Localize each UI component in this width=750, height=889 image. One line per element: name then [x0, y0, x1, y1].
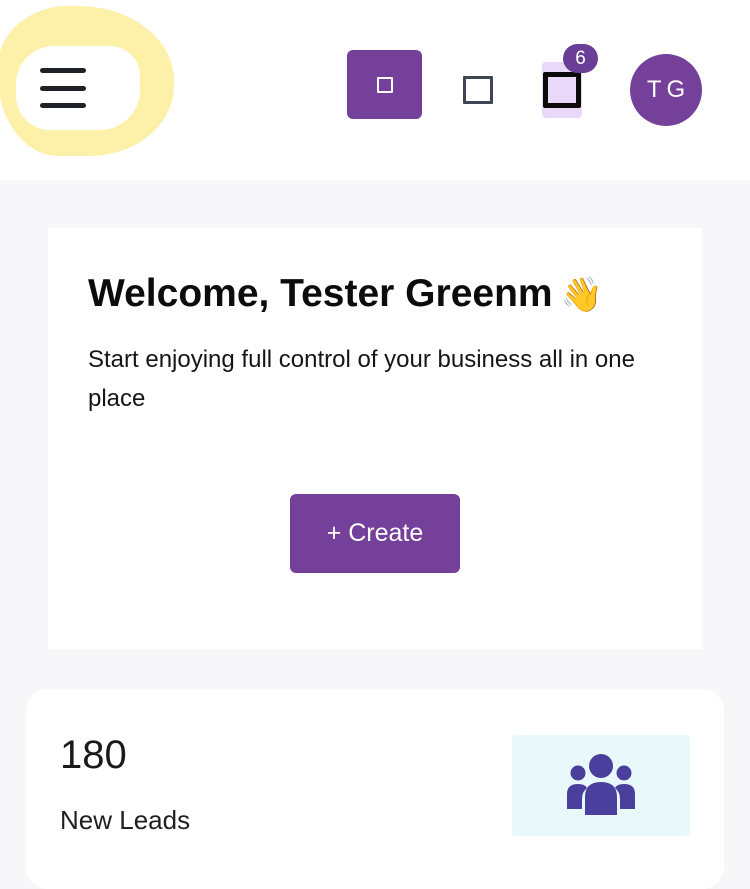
menu-bar — [40, 103, 86, 108]
create-button[interactable]: + Create — [290, 494, 460, 573]
primary-action-button[interactable] — [347, 50, 422, 119]
waving-hand-icon: 👋 — [560, 276, 603, 314]
welcome-subtitle: Start enjoying full control of your busi… — [88, 346, 635, 412]
new-leads-card[interactable]: 180 New Leads — [26, 689, 724, 889]
welcome-title: Welcome, Tester Greenm 👋 — [88, 272, 603, 316]
users-group-icon — [512, 735, 690, 836]
menu-bar — [40, 85, 86, 91]
top-header: 6 TG — [0, 0, 750, 180]
leads-count: 180 — [60, 733, 127, 777]
annotation-highlight — [0, 6, 174, 156]
user-avatar[interactable]: TG — [630, 54, 702, 126]
hamburger-menu-icon[interactable] — [40, 68, 86, 108]
welcome-card: Welcome, Tester Greenm 👋 Start enjoying f… — [48, 228, 702, 649]
menu-bar — [40, 68, 86, 73]
leads-label: New Leads — [60, 805, 191, 835]
outline-square-icon[interactable] — [463, 76, 493, 104]
notification-icon — [543, 72, 581, 108]
square-icon — [376, 76, 393, 93]
notification-count-badge: 6 — [563, 44, 598, 73]
welcome-title-text: Welcome, Tester Greenm — [88, 272, 553, 315]
